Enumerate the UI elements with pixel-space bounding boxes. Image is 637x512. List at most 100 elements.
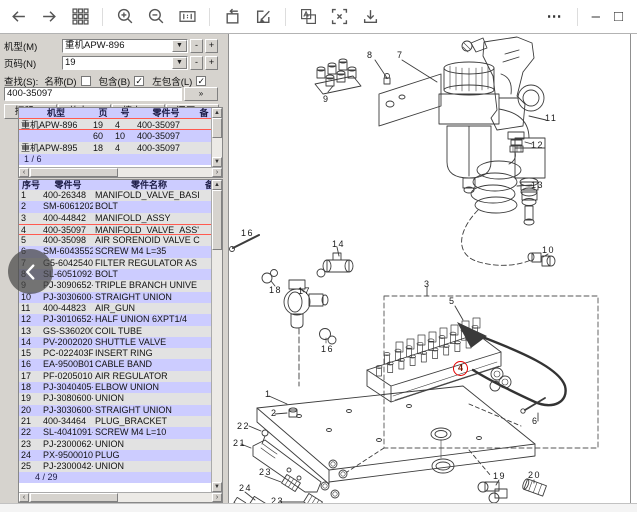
part-callout[interactable]: 2 <box>271 408 278 418</box>
more-menu-button[interactable]: ⋯ <box>547 8 563 26</box>
table-row[interactable]: 13GS-S360200-0COIL TUBE <box>19 326 211 337</box>
part-callout[interactable]: 23 <box>259 467 272 477</box>
table-row[interactable]: 5400-35098AIR SORENOID VALVE C <box>19 235 211 246</box>
search-go-button[interactable]: » <box>184 87 218 101</box>
column-header[interactable]: 序号 <box>19 180 41 190</box>
table-row[interactable]: 21400-34464PLUG_BRACKET <box>19 416 211 427</box>
column-header[interactable]: 零件号 <box>41 180 93 190</box>
scrollbar-thumb[interactable] <box>212 190 222 250</box>
part-callout[interactable]: 9 <box>323 94 330 104</box>
column-header[interactable]: 备 <box>195 108 211 118</box>
part-callout[interactable]: 18 <box>269 285 282 295</box>
part-callout[interactable]: 5 <box>449 296 456 306</box>
thumbnails-icon[interactable] <box>71 8 89 26</box>
page-plus-button[interactable]: + <box>205 56 218 70</box>
table-row[interactable]: 22SL-4041091-SSCREW M4 L=10 <box>19 427 211 438</box>
rotate-icon[interactable] <box>223 8 241 26</box>
column-header[interactable]: 机型 <box>19 108 91 118</box>
scroll-left-icon[interactable]: ‹ <box>19 493 29 502</box>
page-minus-button[interactable]: - <box>190 56 203 70</box>
table-row[interactable]: 重机APW-896194400-35097 <box>19 118 211 130</box>
table-row[interactable]: 24PX-9500010-0PLUG <box>19 450 211 461</box>
part-callout[interactable]: 23 <box>271 496 284 503</box>
diagram-canvas[interactable]: 8791112131016141817163541222212324236192… <box>229 34 630 503</box>
part-callout[interactable]: 12 <box>531 140 544 150</box>
table-row[interactable]: 10PJ-3030600-0STRAIGHT UNION <box>19 292 211 303</box>
table-row[interactable]: 23PJ-2300062-0UNION <box>19 439 211 450</box>
scroll-down-icon[interactable]: ▼ <box>212 157 222 167</box>
search-option-checkbox[interactable]: ✓ <box>196 76 206 86</box>
table-row[interactable]: 3400-44842MANIFOLD_ASSY <box>19 213 211 224</box>
part-callout[interactable]: 14 <box>332 239 345 249</box>
scroll-up-icon[interactable]: ▲ <box>212 180 222 190</box>
scroll-right-icon[interactable]: › <box>212 493 222 502</box>
table-row[interactable]: 6010400-35097 <box>19 130 211 142</box>
scroll-up-icon[interactable]: ▲ <box>212 108 222 118</box>
search-input[interactable]: 400-35097 <box>4 87 182 101</box>
column-header[interactable]: 零件名称 <box>93 180 203 190</box>
table-row[interactable]: 17PF-0205010-CAIR REGULATOR <box>19 371 211 382</box>
table-row[interactable]: 11400-44823AIR_GUN <box>19 303 211 314</box>
parts-vertical-scrollbar[interactable]: ▲ ▼ <box>211 180 222 492</box>
part-callout[interactable]: 22 <box>237 421 250 431</box>
column-header[interactable]: 备 <box>203 180 211 190</box>
results-horizontal-scrollbar[interactable]: ‹ › <box>19 167 222 177</box>
table-row[interactable]: 2SM-6061202-TBOLT <box>19 201 211 212</box>
actual-size-icon[interactable] <box>178 8 196 26</box>
scrollbar-thumb[interactable] <box>212 118 222 138</box>
model-combobox[interactable]: 重机APW-896 ▼ <box>62 39 188 53</box>
model-dropdown-icon[interactable]: ▼ <box>172 40 187 52</box>
part-callout[interactable]: 20 <box>528 470 541 480</box>
scrollbar-thumb[interactable] <box>30 168 118 177</box>
part-callout[interactable]: 17 <box>298 286 311 296</box>
search-results-table[interactable]: 机型页号零件号备 重机APW-896194400-350976010400-35… <box>18 107 223 178</box>
part-callout[interactable]: 21 <box>233 438 246 448</box>
table-row[interactable]: 12PJ-3010652-0HALF UNION 6XPT1/4 <box>19 314 211 325</box>
part-callout[interactable]: 13 <box>531 180 544 190</box>
model-plus-button[interactable]: + <box>205 39 218 53</box>
table-row[interactable]: 1400-26348MANIFOLD_VALVE_BASI <box>19 190 211 201</box>
scroll-down-icon[interactable]: ▼ <box>212 482 222 492</box>
parts-list-table[interactable]: 序号零件号零件名称备 1400-26348MANIFOLD_VALVE_BASI… <box>18 179 223 503</box>
search-option-checkbox[interactable] <box>81 76 91 86</box>
zoom-in-icon[interactable] <box>116 8 134 26</box>
scrollbar-thumb[interactable] <box>30 493 118 502</box>
page-dropdown-icon[interactable]: ▼ <box>172 57 187 69</box>
column-header[interactable]: 页 <box>91 108 113 118</box>
table-row[interactable]: 15PC-022403F-0INSERT RING <box>19 348 211 359</box>
forward-icon[interactable] <box>40 8 58 26</box>
part-callout[interactable]: 8 <box>367 50 374 60</box>
page-combobox[interactable]: 19 ▼ <box>62 56 188 70</box>
part-callout[interactable]: 1 <box>265 389 272 399</box>
download-icon[interactable] <box>361 8 379 26</box>
part-callout[interactable]: 16 <box>321 344 334 354</box>
table-row[interactable]: 20PJ-3030600-0STRAIGHT UNION <box>19 405 211 416</box>
part-callout[interactable]: 24 <box>239 483 252 493</box>
part-callout[interactable]: 11 <box>545 113 557 123</box>
table-row[interactable]: 6SM-6043552-TSCREW M4 L=35 <box>19 246 211 257</box>
column-header[interactable]: 号 <box>113 108 135 118</box>
minimize-button[interactable]: – <box>592 8 600 26</box>
table-row[interactable]: 25PJ-2300042-0UNION <box>19 461 211 472</box>
part-callout[interactable]: 10 <box>542 245 555 255</box>
previous-page-overlay-button[interactable] <box>8 249 53 294</box>
table-row[interactable]: 14PV-2002020-0SHUTTLE VALVE <box>19 337 211 348</box>
part-callout[interactable]: 6 <box>532 416 539 426</box>
translate-icon[interactable] <box>299 8 317 26</box>
part-callout[interactable]: 16 <box>241 228 254 238</box>
back-icon[interactable] <box>9 8 27 26</box>
edit-icon[interactable] <box>254 8 272 26</box>
scroll-left-icon[interactable]: ‹ <box>19 168 29 177</box>
part-callout[interactable]: 7 <box>397 50 404 60</box>
model-minus-button[interactable]: - <box>190 39 203 53</box>
table-row[interactable]: 19PJ-3080600-0UNION <box>19 393 211 404</box>
part-callout[interactable]: 3 <box>424 279 431 289</box>
fit-screen-icon[interactable] <box>330 8 348 26</box>
zoom-out-icon[interactable] <box>147 8 165 26</box>
part-callout[interactable]: 19 <box>493 471 506 481</box>
maximize-button[interactable]: □ <box>614 8 623 26</box>
table-row[interactable]: 18PJ-3040405-0ELBOW UNION <box>19 382 211 393</box>
scroll-right-icon[interactable]: › <box>212 168 222 177</box>
results-vertical-scrollbar[interactable]: ▲ ▼ <box>211 108 222 167</box>
parts-horizontal-scrollbar[interactable]: ‹ › <box>19 492 222 502</box>
